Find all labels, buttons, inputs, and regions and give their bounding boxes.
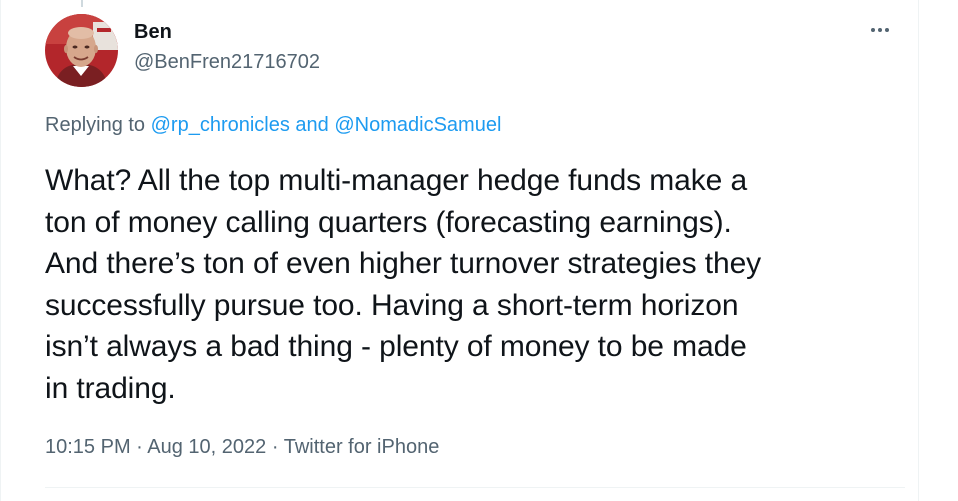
- more-options-button[interactable]: [864, 18, 896, 42]
- more-horizontal-icon: [871, 28, 875, 32]
- meta-separator: ·: [130, 436, 148, 458]
- divider: [45, 487, 905, 488]
- more-horizontal-icon-dot: [878, 28, 882, 32]
- replying-to: Replying to @rp_chronicles and @NomadicS…: [45, 113, 501, 137]
- avatar[interactable]: [45, 14, 118, 87]
- meta-separator: ·: [266, 436, 284, 458]
- author-name[interactable]: Ben: [134, 20, 172, 44]
- tweet-time[interactable]: 10:15 PM: [45, 436, 131, 458]
- thread-connector-line: [81, 0, 83, 7]
- right-border: [918, 0, 919, 501]
- mention-link[interactable]: @rp_chronicles: [151, 114, 290, 136]
- tweet-source[interactable]: Twitter for iPhone: [284, 436, 440, 458]
- tweet-text: What? All the top multi-manager hedge fu…: [45, 164, 762, 405]
- mention-link[interactable]: @NomadicSamuel: [334, 114, 501, 136]
- left-border: [0, 0, 1, 501]
- profile-photo: [45, 14, 118, 87]
- author-handle[interactable]: @BenFren21716702: [134, 50, 320, 74]
- tweet-date[interactable]: Aug 10, 2022: [147, 436, 266, 458]
- replying-to-conjunction: and: [289, 114, 335, 136]
- tweet-card: Ben @BenFren21716702 Replying to @rp_chr…: [0, 0, 958, 501]
- tweet-metadata: 10:15 PM · Aug 10, 2022 · Twitter for iP…: [45, 435, 439, 459]
- replying-to-label: Replying to: [45, 114, 151, 136]
- more-horizontal-icon-dot: [885, 28, 889, 32]
